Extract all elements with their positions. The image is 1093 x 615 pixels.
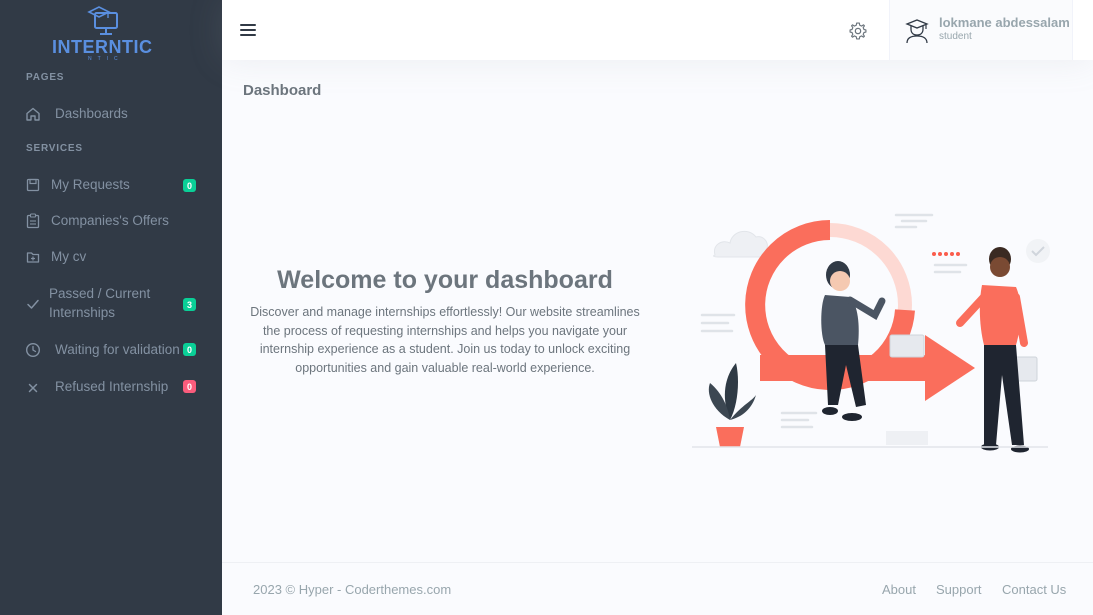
status-badge: 3 (183, 298, 196, 311)
footer-link-contact[interactable]: Contact Us (1002, 582, 1066, 597)
gear-icon[interactable] (848, 21, 868, 41)
footer-link-support[interactable]: Support (936, 582, 982, 597)
menu-toggle-icon[interactable] (240, 24, 256, 37)
sidebar-item-dashboards[interactable]: Dashboards (0, 104, 222, 124)
sidebar-item-my-requests[interactable]: My Requests 0 (0, 175, 222, 195)
sidebar-item-label: My cv (51, 249, 87, 264)
page-title: Dashboard (243, 82, 322, 99)
status-badge: 0 (183, 380, 196, 393)
sidebar-item-label-line2: Internships (49, 305, 116, 320)
brand-subtitle: NTIC (88, 56, 124, 62)
welcome-title: Welcome to your dashboard (277, 266, 613, 294)
brand-logo[interactable]: INTERNTIC NTIC (0, 0, 210, 66)
close-icon (25, 380, 41, 396)
footer: 2023 © Hyper - Coderthemes.com About Sup… (222, 562, 1093, 615)
user-role: student (939, 31, 972, 42)
left-sidebar: INTERNTIC NTIC PAGES Dashboards SERVICES… (0, 0, 222, 615)
student-avatar-icon (905, 19, 929, 44)
sidebar-item-my-cv[interactable]: My cv (0, 247, 222, 267)
sidebar-item-label: Companies's Offers (51, 213, 169, 228)
clock-icon (25, 342, 41, 358)
welcome-line: Discover and manage internships effortle… (250, 305, 640, 319)
welcome-line: opportunities and gain valuable real-wor… (295, 360, 595, 375)
welcome-line: the process of requesting internships an… (262, 323, 628, 338)
internship-illustration (692, 213, 1050, 453)
home-icon (25, 106, 41, 122)
brand-name: INTERNTIC (52, 37, 153, 57)
clipboard-icon (25, 213, 41, 229)
section-title-pages: PAGES (26, 72, 65, 83)
sidebar-item-label: Waiting for validation (55, 342, 180, 357)
status-badge: 0 (183, 343, 196, 356)
folder-plus-icon (25, 249, 41, 265)
footer-copyright: 2023 © Hyper - Coderthemes.com (253, 582, 452, 597)
welcome-line: internship experience as a student. Join… (259, 342, 631, 356)
sidebar-item-label: Refused Internship (55, 379, 169, 394)
user-name: lokmane abdessalam (939, 15, 1070, 30)
welcome-panel: Welcome to your dashboard Discover and m… (250, 266, 640, 377)
check-icon (25, 296, 41, 312)
sidebar-item-waiting-validation[interactable]: Waiting for validation 0 (0, 340, 222, 360)
footer-link-about[interactable]: About (882, 582, 916, 597)
sidebar-item-passed-current-internships[interactable]: Passed / Current Internships 3 (0, 284, 222, 324)
computer-cap-icon (87, 6, 118, 35)
user-profile-dropdown[interactable]: lokmane abdessalam student (889, 0, 1073, 60)
sidebar-item-label: Passed / Current (49, 286, 151, 301)
sidebar-item-label: My Requests (51, 177, 130, 192)
sidebar-item-label: Dashboards (55, 106, 128, 121)
save-icon (25, 177, 41, 193)
sidebar-item-companies-offers[interactable]: Companies's Offers (0, 211, 222, 231)
status-badge: 0 (183, 179, 196, 192)
section-title-services: SERVICES (26, 143, 83, 154)
topbar: lokmane abdessalam student (222, 0, 1093, 60)
sidebar-item-refused-internship[interactable]: Refused Internship 0 (0, 377, 222, 397)
welcome-description: Discover and manage internships effortle… (250, 303, 640, 377)
